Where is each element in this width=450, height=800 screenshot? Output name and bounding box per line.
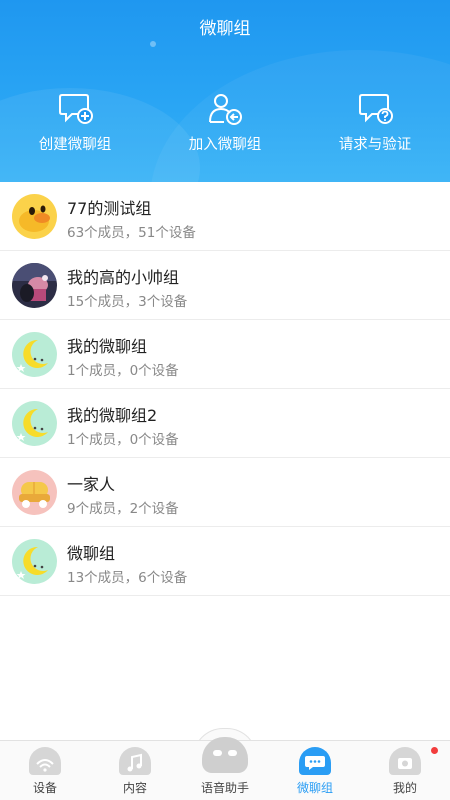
chat-question-icon — [359, 94, 393, 124]
group-list: 77的测试组 63个成员，51个设备 我的高的小帅组 15个成员，3个设备 我的… — [0, 182, 450, 596]
requests-label: 请求与验证 — [338, 137, 412, 153]
create-group-button[interactable]: 创建微聊组 — [0, 92, 150, 154]
group-meta: 9个成员，2个设备 — [67, 501, 179, 517]
user-join-icon — [209, 94, 242, 125]
header-banner: 微聊组 创建微聊组 加入微聊组 请求与验证 — [0, 0, 450, 182]
notification-badge — [431, 747, 438, 754]
tab-mine-label: 我的 — [392, 781, 417, 795]
group-meta: 15个成员，3个设备 — [67, 294, 188, 310]
tab-wechat-group[interactable]: 微聊组 — [270, 741, 360, 800]
moon-avatar — [12, 539, 57, 584]
bottom-tab-bar: 设备 内容 语音助手 微聊组 我的 — [0, 737, 450, 800]
chat-bubble-icon — [299, 747, 331, 775]
tab-mine[interactable]: 我的 — [360, 741, 450, 800]
group-meta: 63个成员，51个设备 — [67, 225, 196, 241]
page-title: 微聊组 — [199, 19, 251, 39]
create-group-label: 创建微聊组 — [38, 137, 112, 153]
photo-avatar — [12, 263, 57, 308]
requests-button[interactable]: 请求与验证 — [300, 92, 450, 154]
duck-avatar — [12, 194, 57, 239]
tab-devices[interactable]: 设备 — [0, 741, 90, 800]
family-avatar — [12, 470, 57, 515]
list-item[interactable]: 我的微聊组2 1个成员，0个设备 — [0, 389, 450, 458]
list-item[interactable]: 77的测试组 63个成员，51个设备 — [0, 182, 450, 251]
group-name: 我的微聊组2 — [67, 406, 158, 425]
group-name: 我的微聊组 — [67, 337, 148, 356]
group-name: 一家人 — [67, 475, 116, 494]
music-icon — [119, 747, 151, 775]
decorative-dot — [150, 41, 156, 47]
tab-voice-assistant[interactable]: 语音助手 — [180, 737, 270, 800]
list-item[interactable]: 我的高的小帅组 15个成员，3个设备 — [0, 251, 450, 320]
group-meta: 13个成员，6个设备 — [67, 570, 188, 586]
tab-content[interactable]: 内容 — [90, 741, 180, 800]
tab-content-label: 内容 — [122, 781, 147, 795]
join-group-button[interactable]: 加入微聊组 — [150, 92, 300, 154]
list-item[interactable]: 一家人 9个成员，2个设备 — [0, 458, 450, 527]
group-name: 我的高的小帅组 — [67, 268, 180, 287]
join-group-label: 加入微聊组 — [188, 137, 262, 153]
list-item[interactable]: 我的微聊组 1个成员，0个设备 — [0, 320, 450, 389]
tab-voice-assistant-label: 语音助手 — [200, 781, 249, 795]
moon-avatar — [12, 332, 57, 377]
group-meta: 1个成员，0个设备 — [67, 432, 179, 448]
wifi-icon — [29, 747, 61, 775]
group-name: 微聊组 — [67, 544, 116, 563]
camera-icon — [389, 747, 421, 775]
moon-avatar — [12, 401, 57, 446]
list-item[interactable]: 微聊组 13个成员，6个设备 — [0, 527, 450, 596]
tab-devices-label: 设备 — [32, 781, 57, 795]
robot-icon — [202, 737, 248, 773]
group-meta: 1个成员，0个设备 — [67, 363, 179, 379]
group-name: 77的测试组 — [67, 199, 152, 218]
chat-add-icon — [59, 94, 93, 124]
tab-wechat-group-label: 微聊组 — [296, 781, 333, 795]
